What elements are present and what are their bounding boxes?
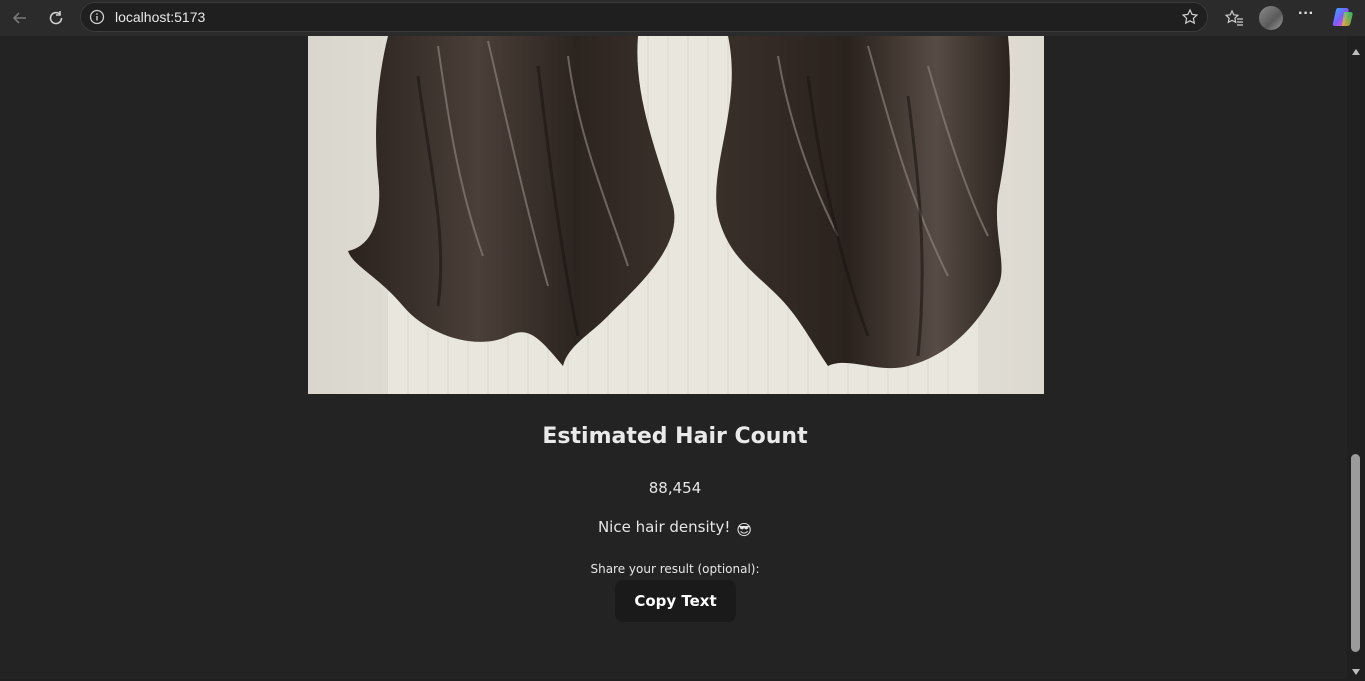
profile-avatar[interactable] <box>1259 6 1283 30</box>
scroll-down-arrow-icon[interactable] <box>1351 662 1361 675</box>
hair-count-value: 88,454 <box>648 479 702 497</box>
favorites-icon[interactable] <box>1221 5 1247 31</box>
sunglasses-emoji-icon: 😎 <box>736 521 753 539</box>
result-message-text: Nice hair density! <box>597 518 731 536</box>
scroll-thumb[interactable] <box>1351 454 1360 652</box>
page-viewport: Estimated Hair Count 88,454 Nice hair de… <box>0 36 1365 679</box>
address-bar[interactable]: localhost:5173 <box>80 2 1208 32</box>
result-message: Nice hair density! 😎 <box>0 518 1350 539</box>
scroll-up-arrow-icon[interactable] <box>1351 42 1361 55</box>
refresh-icon[interactable] <box>43 5 69 31</box>
copy-text-button[interactable]: Copy Text <box>615 580 736 622</box>
star-icon[interactable] <box>1181 8 1199 26</box>
copilot-icon[interactable] <box>1332 6 1354 28</box>
browser-toolbar: localhost:5173 ··· <box>0 0 1365 36</box>
result-title: Estimated Hair Count <box>542 424 808 449</box>
more-icon[interactable]: ··· <box>1296 6 1316 26</box>
address-url: localhost:5173 <box>115 9 206 25</box>
info-icon[interactable] <box>89 9 105 25</box>
page-scrollbar[interactable] <box>1347 36 1365 679</box>
share-label: Share your result (optional): <box>590 562 760 576</box>
back-icon[interactable] <box>7 5 33 31</box>
hair-photo <box>308 36 1044 394</box>
